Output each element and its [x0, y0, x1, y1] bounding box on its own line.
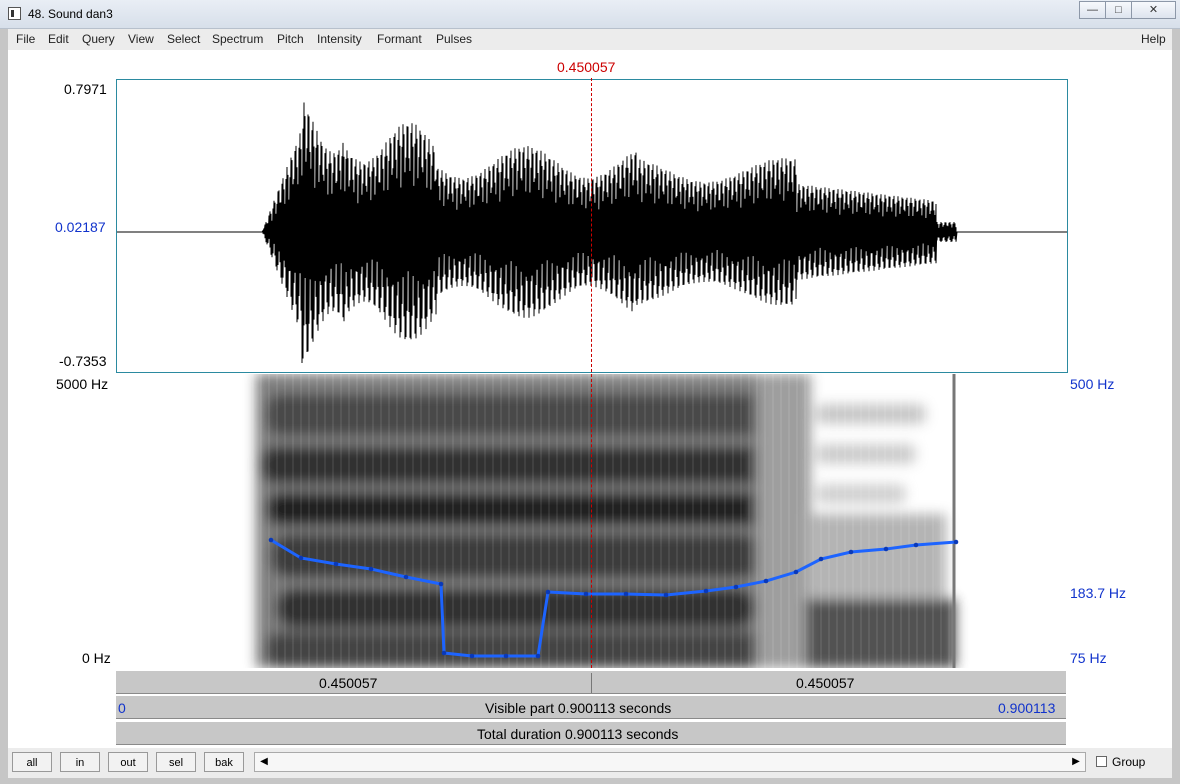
menu-bar: File Edit Query View Select Spectrum Pit…	[8, 29, 1172, 51]
visible-end-time: 0.900113	[998, 700, 1056, 716]
pitch-point-10	[545, 589, 551, 595]
waveform-max-label: 0.7971	[64, 81, 107, 97]
menu-help[interactable]: Help	[1141, 32, 1166, 46]
right-arrow-icon[interactable]: ▶	[1069, 755, 1083, 769]
spectrogram-top-frequency: 5000 Hz	[56, 376, 109, 392]
pitch-point-13	[663, 592, 669, 598]
menu-pitch[interactable]: Pitch	[277, 32, 304, 46]
menu-query[interactable]: Query	[82, 32, 115, 46]
menu-intensity[interactable]: Intensity	[317, 32, 362, 46]
pitch-point-15	[733, 584, 739, 590]
visible-start-time: 0	[118, 700, 126, 716]
pitch-point-11	[583, 591, 589, 597]
pitch-point-14	[703, 588, 709, 594]
window-titlebar[interactable]: 48. Sound dan3 — □ ✕	[0, 0, 1180, 29]
pitch-bottom-label: 75 Hz	[1070, 650, 1107, 666]
close-icon[interactable]: ✕	[1131, 1, 1176, 19]
waveform-min-label: -0.7353	[59, 353, 107, 369]
segment-divider	[591, 673, 592, 693]
pitch-point-8	[503, 653, 509, 659]
menu-select[interactable]: Select	[167, 32, 200, 46]
waveform-panel[interactable]	[116, 79, 1068, 373]
menu-view[interactable]: View	[128, 32, 154, 46]
left-arrow-icon[interactable]: ◀	[257, 755, 271, 769]
segment-time-row[interactable]: 0.450057 0.450057	[116, 670, 1066, 694]
pitch-point-6	[441, 650, 447, 656]
cursor-line	[591, 78, 592, 668]
pitch-top-label: 500 Hz	[1070, 376, 1115, 392]
total-duration-label: Total duration 0.900113 seconds	[477, 726, 679, 742]
pitch-point-0	[268, 537, 274, 543]
pitch-point-12	[623, 591, 629, 597]
pitch-mid-label: 183.7 Hz	[1070, 585, 1127, 601]
spectrogram-svg	[116, 374, 1068, 668]
pitch-point-20	[883, 546, 889, 552]
spectrogram-bottom-frequency: 0 Hz	[82, 650, 111, 666]
pitch-point-22	[953, 539, 959, 545]
pitch-point-4	[403, 574, 409, 580]
waveform-mid-label: 0.02187	[55, 219, 106, 235]
menu-formant[interactable]: Formant	[377, 32, 422, 46]
menu-spectrum[interactable]: Spectrum	[212, 32, 263, 46]
pitch-point-5	[438, 581, 444, 587]
pitch-point-7	[469, 653, 475, 659]
menu-pulses[interactable]: Pulses	[436, 32, 472, 46]
group-label: Group	[1112, 755, 1146, 769]
spectrogram-panel[interactable]	[116, 374, 1068, 668]
zoom-out-button[interactable]: out	[108, 752, 148, 772]
zoom-back-button[interactable]: bak	[204, 752, 244, 772]
visible-part-label: Visible part 0.900113 seconds	[485, 700, 672, 716]
menu-file[interactable]: File	[16, 32, 35, 46]
pitch-point-16	[763, 578, 769, 584]
pitch-point-9	[535, 653, 541, 659]
pitch-point-19	[848, 549, 854, 555]
total-duration-row[interactable]: Total duration 0.900113 seconds	[116, 721, 1066, 745]
zoom-selection-button[interactable]: sel	[156, 752, 196, 772]
right-segment-time: 0.450057	[796, 675, 855, 691]
menu-edit[interactable]: Edit	[48, 32, 69, 46]
cursor-time-label: 0.450057	[557, 59, 616, 75]
bottom-toolbar: all in out sel bak ◀ ▶ Group	[8, 748, 1172, 778]
left-segment-time: 0.450057	[319, 675, 378, 691]
waveform-svg	[117, 102, 1067, 364]
time-scrollbar[interactable]: ◀ ▶	[254, 752, 1086, 772]
pitch-point-18	[818, 556, 824, 562]
pitch-point-21	[913, 542, 919, 548]
minimize-icon[interactable]: —	[1079, 1, 1106, 19]
pitch-point-17	[793, 569, 799, 575]
window-controls: — □ ✕	[1079, 1, 1176, 21]
zoom-in-button[interactable]: in	[60, 752, 100, 772]
group-checkbox[interactable]	[1096, 756, 1107, 767]
zoom-all-button[interactable]: all	[12, 752, 52, 772]
window-title: 48. Sound dan3	[28, 7, 113, 21]
maximize-icon[interactable]: □	[1105, 1, 1132, 19]
pitch-point-1	[298, 555, 304, 561]
pitch-point-3	[368, 566, 374, 572]
app-icon	[8, 7, 21, 20]
visible-part-row[interactable]: 0 Visible part 0.900113 seconds 0.900113	[116, 695, 1066, 719]
pitch-point-2	[333, 561, 339, 567]
